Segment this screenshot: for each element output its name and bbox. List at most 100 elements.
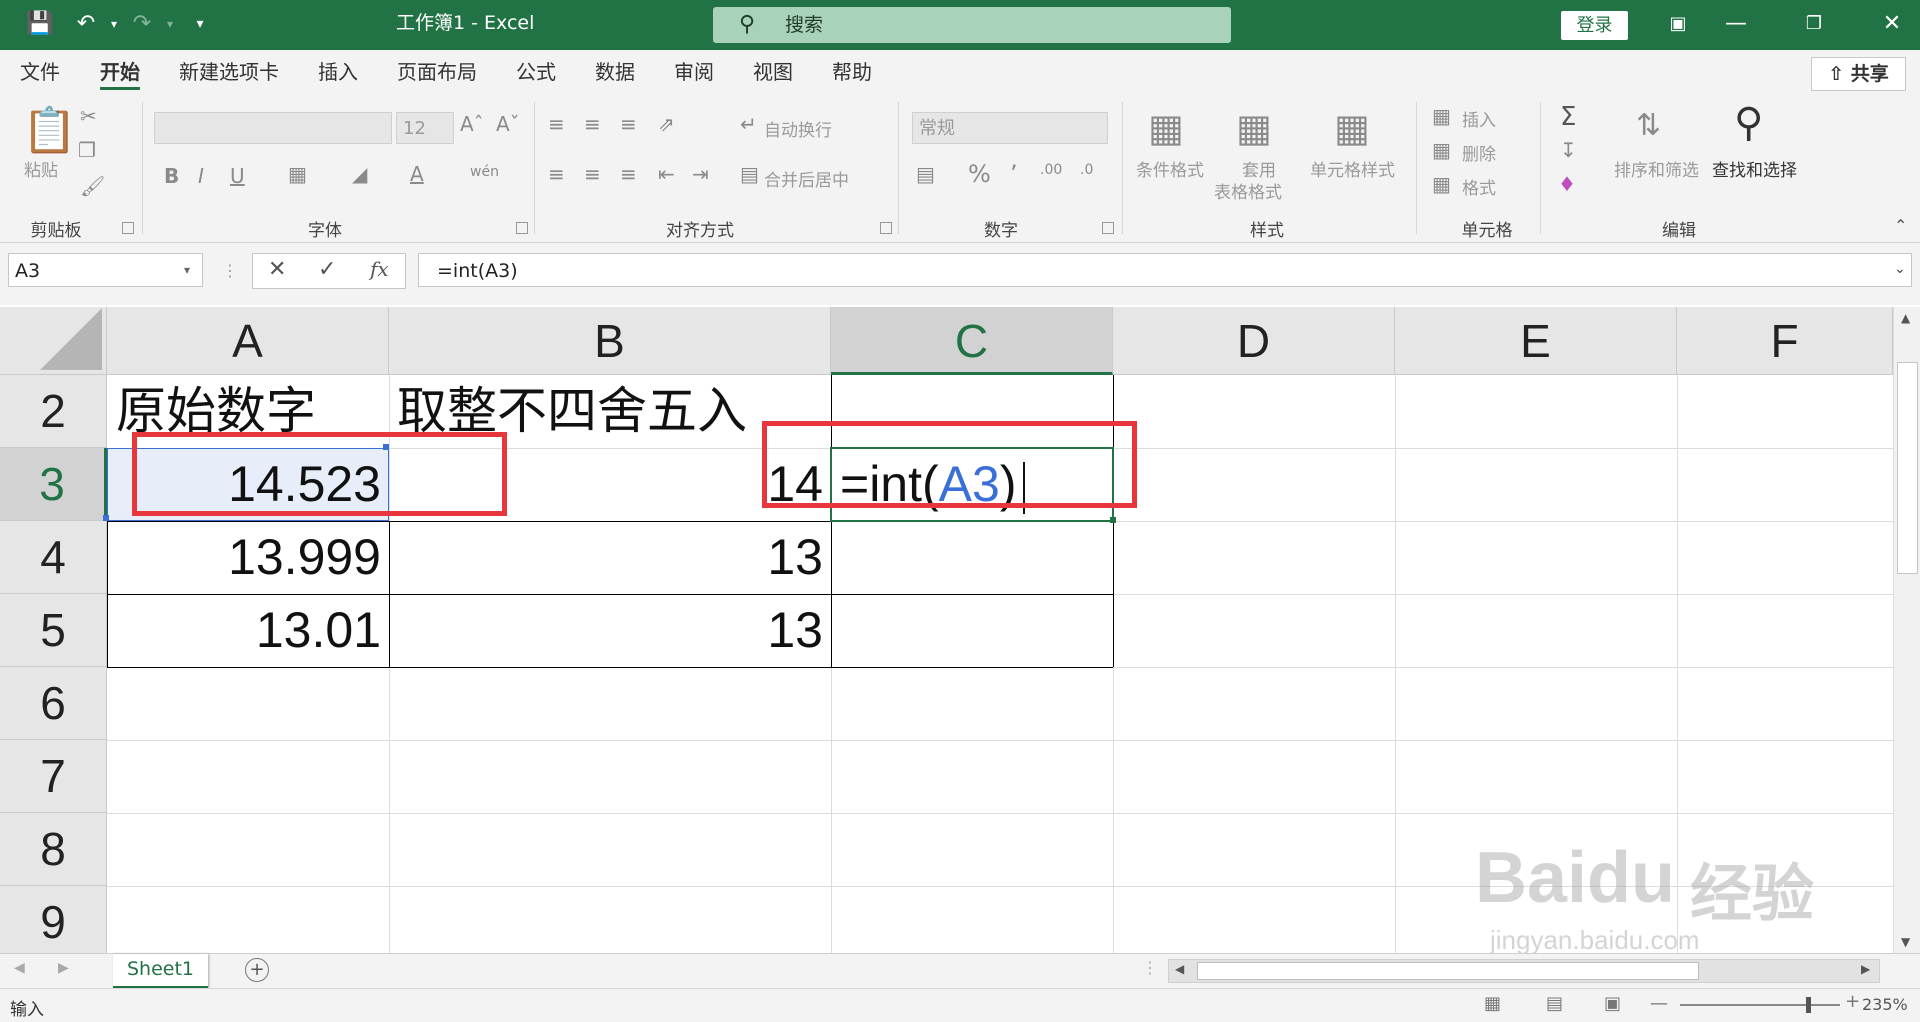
wrap-text-button[interactable]: 自动换行 (764, 116, 832, 141)
font-launcher-icon[interactable] (516, 222, 528, 234)
ribbon-display-icon[interactable]: ▣ (1664, 10, 1692, 38)
row-header-9[interactable]: 9 (0, 886, 107, 953)
normal-view-icon[interactable]: ▦ (1484, 993, 1501, 1014)
column-header-e[interactable]: E (1395, 307, 1677, 375)
align-middle-icon[interactable]: ≡ (584, 112, 601, 136)
scroll-up-icon[interactable]: ▲ (1901, 311, 1910, 325)
align-center-icon[interactable]: ≡ (584, 162, 601, 186)
zoom-out-icon[interactable]: — (1650, 993, 1668, 1014)
font-name-combo[interactable] (154, 112, 392, 144)
scroll-left-icon[interactable]: ◀ (1175, 962, 1184, 976)
italic-icon[interactable]: I (198, 164, 204, 188)
row-header-5[interactable]: 5 (0, 594, 107, 667)
align-top-icon[interactable]: ≡ (548, 112, 565, 136)
format-as-table-line2[interactable]: 表格格式 (1214, 178, 1282, 203)
tab-insert[interactable]: 插入 (318, 50, 358, 94)
increase-decimal-icon[interactable]: .00 (1040, 162, 1062, 178)
enter-icon[interactable]: ✓ (318, 257, 336, 282)
conditional-format-button[interactable]: 条件格式 (1136, 156, 1204, 181)
insert-cells-button[interactable]: 插入 (1462, 106, 1496, 131)
increase-font-icon[interactable]: Aˆ (460, 112, 484, 136)
next-sheet-icon[interactable]: ▶ (58, 960, 69, 976)
cancel-icon[interactable]: ✕ (268, 257, 286, 282)
alignment-launcher-icon[interactable] (880, 222, 892, 234)
vertical-scroll-thumb[interactable] (1897, 362, 1918, 574)
tab-help[interactable]: 帮助 (832, 50, 872, 94)
search-box[interactable]: ⚲ 搜索 (713, 7, 1231, 43)
tab-data[interactable]: 数据 (595, 50, 635, 94)
minimize-icon[interactable]: — (1722, 10, 1750, 38)
percent-icon[interactable]: % (968, 160, 991, 188)
tab-review[interactable]: 审阅 (674, 50, 714, 94)
fill-handle[interactable] (1110, 517, 1116, 523)
name-box[interactable]: A3 (8, 253, 203, 287)
cell-a4[interactable]: 13.999 (107, 521, 389, 594)
clear-icon[interactable]: ♦ (1558, 172, 1576, 196)
clipboard-launcher-icon[interactable] (122, 222, 134, 234)
orientation-icon[interactable]: ⇗ (658, 112, 675, 136)
spreadsheet-grid[interactable]: A B C D E F 2 3 4 5 6 7 8 9 原始数字 取整不四舍五入… (0, 307, 1893, 953)
restore-icon[interactable]: ❐ (1800, 10, 1828, 38)
delete-cells-button[interactable]: 删除 (1462, 140, 1496, 165)
cell-styles-button[interactable]: 单元格样式 (1310, 156, 1395, 181)
increase-indent-icon[interactable]: ⇥ (692, 162, 709, 186)
number-launcher-icon[interactable] (1102, 222, 1114, 234)
row-header-6[interactable]: 6 (0, 667, 107, 740)
merge-icon[interactable]: ▤ (740, 162, 759, 186)
format-painter-icon[interactable]: 🖌 (80, 174, 105, 198)
borders-icon[interactable]: ▦ (288, 162, 307, 186)
add-sheet-icon[interactable]: + (245, 958, 269, 982)
column-header-b[interactable]: B (389, 307, 831, 375)
sort-filter-button[interactable]: 排序和筛选 (1614, 156, 1699, 181)
collapse-ribbon-icon[interactable]: ⌃ (1894, 216, 1907, 235)
row-header-7[interactable]: 7 (0, 740, 107, 813)
tab-view[interactable]: 视图 (753, 50, 793, 94)
tab-page-layout[interactable]: 页面布局 (397, 50, 477, 94)
customize-toolbar-icon[interactable]: ▾ (186, 10, 214, 38)
tab-home[interactable]: 开始 (100, 50, 140, 94)
name-box-dropdown-icon[interactable]: ▾ (184, 263, 190, 277)
formula-input[interactable]: =int(A3) (418, 253, 1912, 287)
bold-icon[interactable]: B (164, 164, 179, 188)
login-button[interactable]: 登录 (1561, 11, 1628, 40)
align-bottom-icon[interactable]: ≡ (620, 112, 637, 136)
accounting-format-icon[interactable]: ▤ (916, 162, 935, 186)
save-icon[interactable]: 💾 (26, 10, 54, 38)
decrease-indent-icon[interactable]: ⇤ (658, 162, 675, 186)
horizontal-scroll-thumb[interactable] (1197, 962, 1699, 980)
decrease-font-icon[interactable]: Aˇ (496, 112, 520, 136)
share-button[interactable]: ⇧ 共享 (1811, 57, 1906, 91)
more-options-icon[interactable]: ⋮ (222, 261, 238, 280)
tab-file[interactable]: 文件 (20, 50, 60, 94)
row-header-2[interactable]: 2 (0, 375, 107, 448)
font-color-icon[interactable]: A (410, 162, 424, 186)
align-right-icon[interactable]: ≡ (620, 162, 637, 186)
tab-split-icon[interactable]: ⋮ (1142, 958, 1158, 977)
zoom-level[interactable]: 235% (1862, 995, 1908, 1014)
comma-style-icon[interactable]: ’ (1010, 160, 1018, 188)
column-header-a[interactable]: A (107, 307, 389, 375)
paste-button[interactable]: 粘贴 (24, 156, 58, 181)
find-select-button[interactable]: 查找和选择 (1712, 156, 1797, 181)
cell-b5[interactable]: 13 (389, 594, 831, 667)
row-header-8[interactable]: 8 (0, 813, 107, 886)
fill-icon[interactable]: ↧ (1560, 138, 1577, 162)
horizontal-scrollbar[interactable]: ◀ ▶ (1168, 959, 1880, 983)
close-icon[interactable]: ✕ (1878, 10, 1906, 38)
scroll-right-icon[interactable]: ▶ (1861, 962, 1870, 976)
copy-icon[interactable]: ❐ (78, 138, 96, 162)
zoom-in-icon[interactable]: + (1845, 991, 1860, 1012)
cell-a5[interactable]: 13.01 (107, 594, 389, 667)
scroll-down-icon[interactable]: ▼ (1901, 935, 1910, 949)
page-layout-view-icon[interactable]: ▤ (1546, 993, 1563, 1014)
undo-dropdown-icon[interactable]: ▾ (100, 10, 128, 38)
vertical-scrollbar[interactable]: ▲ ▼ (1893, 307, 1920, 953)
cut-icon[interactable]: ✂ (80, 104, 97, 128)
sheet-tab-sheet1[interactable]: Sheet1 (113, 954, 208, 989)
format-cells-button[interactable]: 格式 (1462, 174, 1496, 199)
align-left-icon[interactable]: ≡ (548, 162, 565, 186)
column-header-c[interactable]: C (831, 307, 1113, 375)
zoom-slider-thumb[interactable] (1806, 997, 1811, 1013)
insert-function-icon[interactable]: fx (370, 257, 389, 281)
wrap-text-icon[interactable]: ↵ (740, 112, 757, 136)
